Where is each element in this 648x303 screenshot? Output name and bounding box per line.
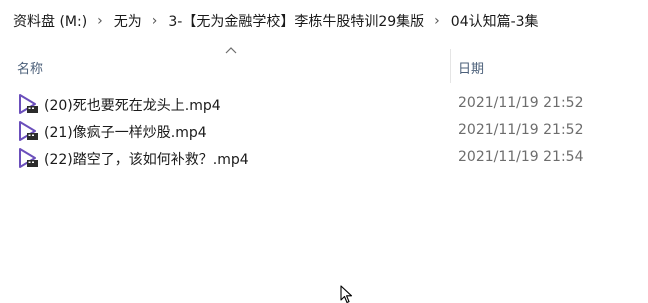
file-row[interactable]: (20)死也要死在龙头上.mp4 2021/11/19 21:52 [0,91,648,118]
column-divider[interactable] [450,49,451,83]
file-row[interactable]: (21)像疯子一样炒股.mp4 2021/11/19 21:52 [0,118,648,145]
breadcrumb-item-drive[interactable]: 资料盘 (M:) [12,9,88,33]
sort-ascending-icon[interactable] [225,45,237,55]
breadcrumb: 资料盘 (M:) › 无为 › 3-【无为金融学校】李栋牛股特训29集版 › 0… [0,0,648,42]
breadcrumb-item-current[interactable]: 04认知篇-3集 [450,9,540,33]
column-name-header[interactable]: 名称 [17,58,43,77]
column-header: 名称 日期 [0,46,648,86]
video-file-icon [19,94,38,114]
breadcrumb-chevron-icon[interactable]: › [152,13,158,29]
breadcrumb-chevron-icon[interactable]: › [97,13,103,29]
file-name: (20)死也要死在龙头上.mp4 [44,98,221,114]
file-row[interactable]: (22)踏空了，该如何补救？.mp4 2021/11/19 21:54 [0,145,648,172]
mouse-cursor-icon [340,285,353,303]
file-date: 2021/11/19 21:54 [458,149,584,165]
file-list: (20)死也要死在龙头上.mp4 2021/11/19 21:52 (21)像疯… [0,91,648,172]
video-file-icon [19,148,38,168]
breadcrumb-chevron-icon[interactable]: › [434,13,440,29]
file-explorer: 资料盘 (M:) › 无为 › 3-【无为金融学校】李栋牛股特训29集版 › 0… [0,0,648,303]
file-date: 2021/11/19 21:52 [458,122,584,138]
file-date: 2021/11/19 21:52 [458,95,584,111]
video-file-icon [19,121,38,141]
column-date-header[interactable]: 日期 [458,58,484,77]
file-name: (21)像疯子一样炒股.mp4 [44,125,207,141]
breadcrumb-item-folder[interactable]: 3-【无为金融学校】李栋牛股特训29集版 [167,9,425,33]
breadcrumb-item-folder[interactable]: 无为 [113,9,143,33]
file-name: (22)踏空了，该如何补救？.mp4 [44,152,249,168]
